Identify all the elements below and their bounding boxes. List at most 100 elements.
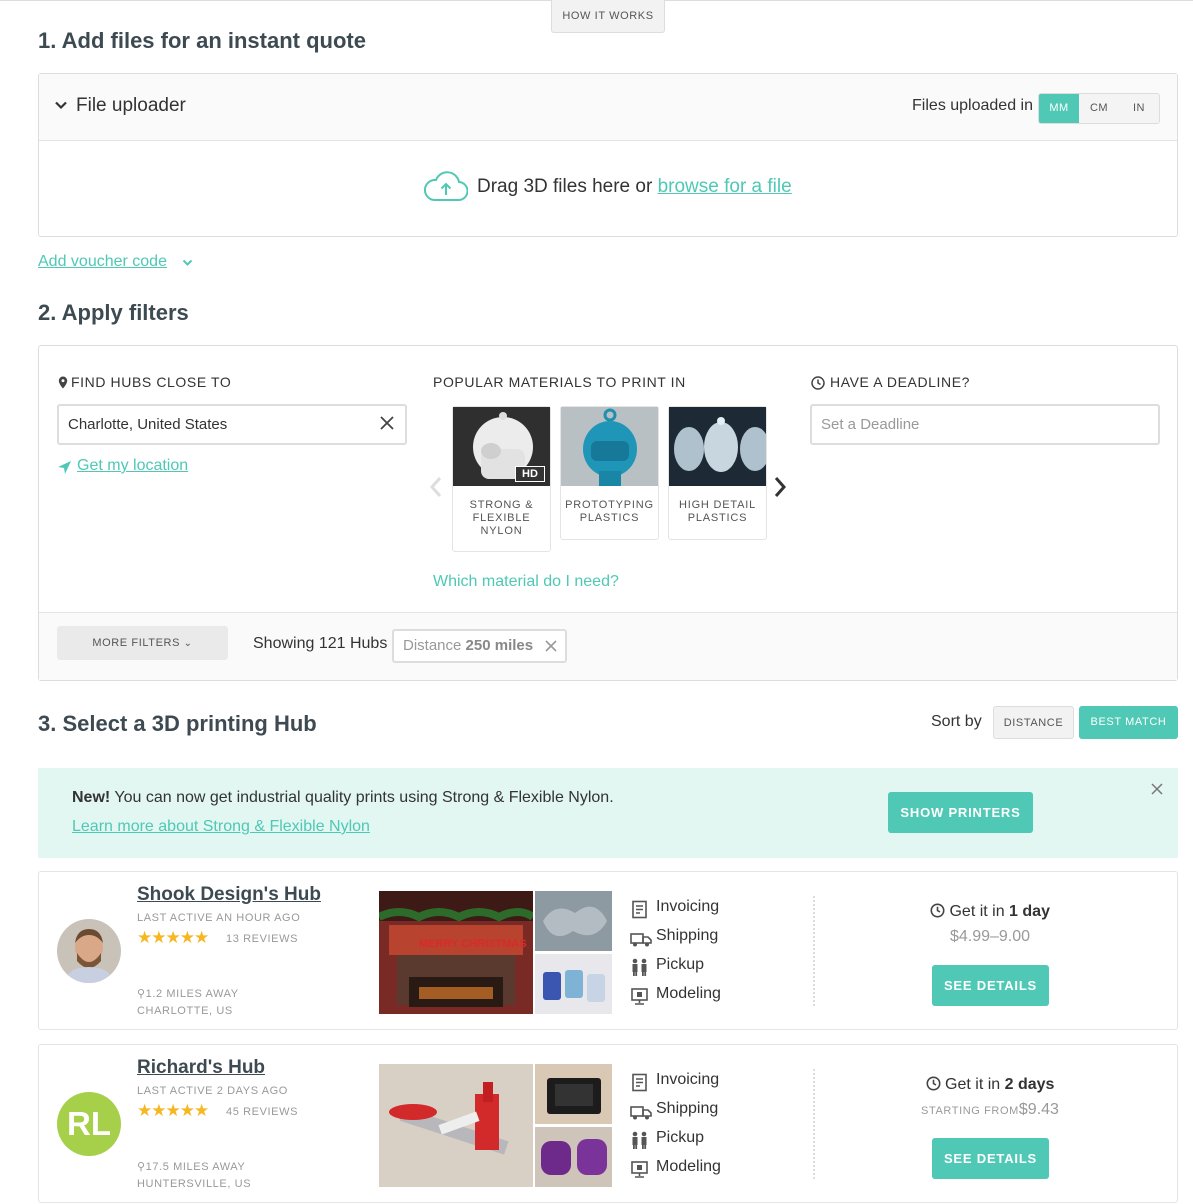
material-card-prototyping[interactable]: PROTOTYPING PLASTICS (560, 406, 659, 540)
invoicing-icon (632, 1073, 647, 1092)
see-details-button[interactable]: SEE DETAILS (932, 1138, 1049, 1179)
cloud-upload-icon (424, 171, 468, 202)
reviews-count[interactable]: 45 REVIEWS (226, 1106, 298, 1118)
modeling-monitor-icon (631, 988, 648, 1005)
service-shipping: Shipping (656, 927, 719, 944)
step3-title: 3. Select a 3D printing Hub (38, 711, 317, 736)
pickup-people-icon (632, 958, 647, 976)
learn-more-nylon-link[interactable]: Learn more about Strong & Flexible Nylon (72, 818, 370, 836)
material-image (561, 407, 658, 486)
hub-city: HUNTERSVILLE, US (137, 1178, 252, 1190)
prototyping-figure-icon (561, 407, 658, 486)
delivery-prefix: Get it in (949, 903, 1010, 920)
hub-photo[interactable]: MERRY CHRISTMAS (379, 891, 533, 1014)
distance-filter-chip[interactable]: Distance 250 miles (392, 629, 567, 663)
showing-hubs-count: Showing 121 Hubs (253, 635, 388, 652)
material-card-high-detail[interactable]: HIGH DETAIL PLASTICS (668, 406, 767, 540)
delivery-value: 2 days (1004, 1076, 1055, 1093)
divider (813, 896, 815, 1006)
clock-icon (811, 376, 825, 390)
hub-last-active: LAST ACTIVE AN HOUR AGO (137, 912, 301, 924)
delivery-value: 1 day (1009, 903, 1050, 920)
price-value: $9.43 (1018, 1101, 1059, 1118)
material-label: PROTOTYPING PLASTICS (565, 499, 654, 524)
file-uploader-panel: File uploader Files uploaded in MM CM IN… (38, 73, 1178, 237)
invoicing-icon (632, 900, 647, 919)
step1-title: 1. Add files for an instant quote (38, 28, 366, 53)
material-label: STRONG & FLEXIBLE NYLON (469, 499, 534, 537)
browse-file-link[interactable]: browse for a file (658, 176, 792, 197)
service-invoicing: Invoicing (656, 898, 720, 915)
avatar[interactable]: RL (57, 1092, 121, 1156)
map-pin-icon: ⚲ (137, 1161, 146, 1173)
sort-best-match-button[interactable]: BEST MATCH (1079, 706, 1178, 739)
material-label: HIGH DETAIL PLASTICS (678, 499, 757, 524)
hub-distance: ⚲1.2 MILES AWAY (137, 987, 239, 1000)
add-voucher-link[interactable]: Add voucher code (38, 253, 167, 271)
hub-name-link[interactable]: Shook Design's Hub (137, 884, 321, 906)
hub-photo[interactable] (535, 891, 612, 951)
nylon-promo-banner: New! You can now get industrial quality … (38, 768, 1178, 858)
hub-name-link[interactable]: Richard's Hub (137, 1057, 265, 1079)
how-it-works-tab[interactable]: HOW IT WORKS (551, 0, 665, 33)
reviews-count[interactable]: 13 REVIEWS (226, 933, 298, 945)
hub-card: Shook Design's Hub LAST ACTIVE AN HOUR A… (38, 871, 1178, 1030)
file-drop-zone[interactable]: Drag 3D files here or browse for a file (39, 142, 1177, 237)
drop-text-label: Drag 3D files here or (477, 176, 658, 197)
hub-photo[interactable] (379, 1064, 533, 1187)
sort-distance-button[interactable]: DISTANCE (993, 706, 1074, 739)
close-icon[interactable] (1150, 782, 1164, 796)
delivery-estimate: Get it in 1 day (890, 903, 1090, 921)
filters-panel: FIND HUBS CLOSE TO Charlotte, United Sta… (38, 345, 1178, 681)
location-pin-icon (58, 376, 68, 389)
hub-photo[interactable] (535, 1127, 612, 1187)
material-image (669, 407, 766, 486)
deadline-label: HAVE A DEADLINE? (830, 374, 971, 390)
clock-icon (926, 1076, 941, 1091)
deadline-input[interactable]: Set a Deadline (810, 404, 1160, 445)
clear-icon[interactable] (377, 413, 397, 433)
price-prefix: STARTING FROM (921, 1105, 1019, 1117)
file-uploader-header[interactable]: File uploader Files uploaded in MM CM IN (39, 74, 1177, 141)
show-printers-button[interactable]: SHOW PRINTERS (888, 792, 1033, 833)
hub-photo[interactable] (535, 1064, 612, 1124)
price-range: $4.99–9.00 (949, 928, 1031, 945)
material-card-nylon[interactable]: HD STRONG & FLEXIBLE NYLON (452, 406, 551, 552)
hub-distance: ⚲17.5 MILES AWAY (137, 1160, 245, 1173)
rating-stars: ★★★★★ (137, 1101, 209, 1120)
material-image: HD (453, 407, 550, 486)
banner-new-label: New! (72, 789, 111, 806)
materials-label: POPULAR MATERIALS TO PRINT IN (433, 374, 686, 390)
map-pin-icon: ⚲ (137, 988, 146, 1000)
banner-message: You can now get industrial quality print… (110, 789, 614, 806)
remove-filter-icon[interactable] (545, 640, 557, 652)
location-input[interactable]: Charlotte, United States (57, 404, 407, 445)
hub-photo[interactable] (535, 954, 612, 1014)
distance-chip-value: 250 miles (465, 637, 534, 654)
service-pickup: Pickup (656, 956, 705, 973)
avatar[interactable] (57, 919, 121, 983)
hub-owner-photo (57, 919, 121, 983)
unit-mm-button[interactable]: MM (1039, 94, 1079, 123)
phone-cases-photo (535, 954, 612, 1014)
drop-text: Drag 3D files here or browse for a file (477, 176, 792, 198)
deadline-placeholder: Set a Deadline (821, 416, 920, 433)
shipping-truck-icon (630, 1106, 652, 1120)
see-details-button[interactable]: SEE DETAILS (932, 965, 1049, 1006)
more-filters-button[interactable]: MORE FILTERS ⌄ (57, 626, 228, 660)
chevron-left-icon[interactable] (429, 476, 443, 498)
unit-cm-button[interactable]: CM (1079, 94, 1119, 123)
unit-in-button[interactable]: IN (1119, 94, 1159, 123)
navigation-arrow-icon (58, 461, 71, 474)
divider (813, 1069, 815, 1179)
black-box-photo (535, 1064, 612, 1124)
hub-distance-value: 17.5 MILES AWAY (145, 1161, 246, 1173)
files-uploaded-label: Files uploaded in (912, 97, 1033, 114)
hd-badge: HD (515, 466, 545, 482)
get-my-location-link[interactable]: Get my location (77, 457, 188, 475)
chevron-right-icon[interactable] (773, 476, 787, 498)
more-filters-label: MORE FILTERS (92, 637, 181, 649)
which-material-link[interactable]: Which material do I need? (433, 573, 619, 591)
pickup-people-icon (632, 1131, 647, 1149)
find-hubs-label: FIND HUBS CLOSE TO (71, 374, 232, 390)
